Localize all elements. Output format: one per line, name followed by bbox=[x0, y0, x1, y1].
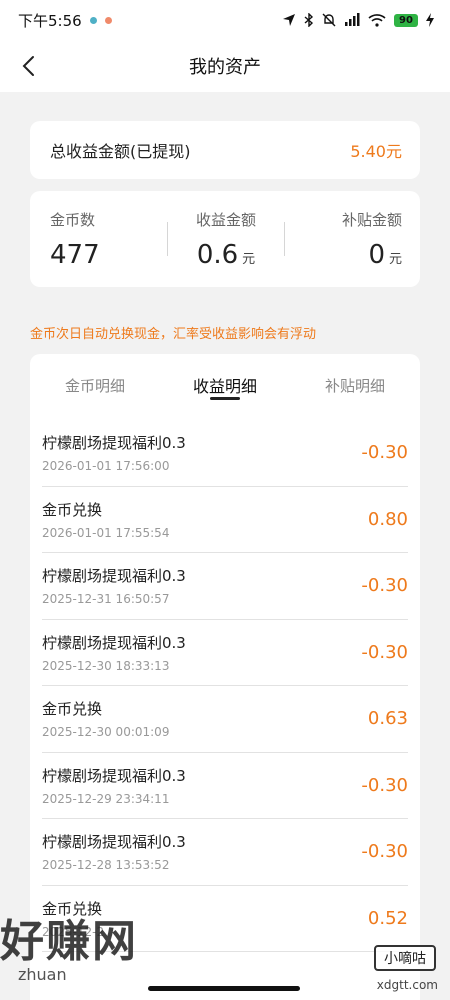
stat-value: 0 bbox=[368, 239, 385, 270]
record-amount: -0.30 bbox=[361, 841, 408, 863]
chevron-left-icon bbox=[22, 56, 34, 76]
record-title: 金币兑换 bbox=[42, 500, 103, 519]
total-earnings-card: 总收益金额(已提现) 5.40元 bbox=[30, 121, 420, 179]
home-indicator[interactable] bbox=[148, 986, 300, 991]
back-button[interactable] bbox=[14, 52, 42, 80]
watermark-logo: 好赚网 bbox=[0, 916, 138, 967]
page-title: 我的资产 bbox=[189, 57, 261, 78]
tab-coin-details[interactable]: 金币明细 bbox=[30, 354, 160, 416]
record-time: 2025-12-30 00:01:09 bbox=[42, 725, 170, 740]
record-title: 柠檬剧场提现福利0.3 bbox=[42, 833, 186, 852]
record-amount: -0.30 bbox=[361, 575, 408, 597]
record-amount: -0.30 bbox=[361, 442, 408, 464]
total-earnings-label: 总收益金额(已提现) bbox=[50, 142, 191, 161]
stat-earnings: 收益金额 0.6 元 bbox=[168, 191, 285, 287]
record-title: 柠檬剧场提现福利0.3 bbox=[42, 567, 186, 586]
stat-coins: 金币数 477 bbox=[30, 191, 167, 287]
bolt-icon bbox=[426, 13, 434, 27]
list-item: 金币兑换 2025-12-30 00:01:09 0.63 bbox=[42, 686, 408, 753]
list-item: 柠檬剧场提现福利0.3 2025-12-29 23:34:11 -0.30 bbox=[42, 753, 408, 819]
bell-off-icon bbox=[322, 13, 336, 27]
record-time: 2026-01-01 17:55:54 bbox=[42, 525, 170, 540]
stat-label: 收益金额 bbox=[196, 210, 257, 229]
record-time: 2025-12-30 18:33:13 bbox=[42, 658, 170, 673]
stats-card: 金币数 477 收益金额 0.6 元 补贴金额 0元 bbox=[30, 191, 420, 287]
watermark-badge: 小嘀咕 bbox=[374, 945, 436, 971]
battery-indicator: 90 bbox=[394, 13, 418, 27]
stat-label: 金币数 bbox=[50, 210, 96, 229]
record-title: 柠檬剧场提现福利0.3 bbox=[42, 633, 186, 652]
record-amount: -0.30 bbox=[361, 641, 408, 663]
wifi-icon bbox=[368, 14, 386, 27]
stat-value: 0.6 bbox=[196, 239, 239, 270]
tab-subsidy-details[interactable]: 补贴明细 bbox=[290, 354, 420, 416]
list-item: 柠檬剧场提现福利0.3 2025-12-31 16:50:57 -0.30 bbox=[42, 553, 408, 620]
record-title: 柠檬剧场提现福利0.3 bbox=[42, 766, 186, 785]
tab-label: 收益明细 bbox=[192, 377, 257, 396]
total-earnings-value: 5.40元 bbox=[350, 142, 402, 161]
tab-bar: 金币明细 收益明细 补贴明细 bbox=[30, 354, 420, 416]
record-amount: -0.30 bbox=[361, 774, 408, 796]
record-time: 2025-12-29 23:34:11 bbox=[42, 791, 170, 806]
list-item: 金币兑换 2026-01-01 17:55:54 0.80 bbox=[42, 487, 408, 553]
tab-label: 补贴明细 bbox=[324, 376, 385, 395]
list-item: 柠檬剧场提现福利0.3 2025-12-28 13:53:52 -0.30 bbox=[42, 819, 408, 886]
app-notification-icon bbox=[104, 16, 112, 24]
bluetooth-icon bbox=[304, 13, 314, 27]
record-title: 柠檬剧场提现福利0.3 bbox=[42, 434, 186, 453]
stat-unit: 元 bbox=[242, 251, 256, 267]
watermark-badge-url: xdgtt.com bbox=[376, 978, 438, 992]
record-amount: 0.80 bbox=[367, 508, 408, 530]
stat-label: 补贴金额 bbox=[342, 210, 403, 229]
notification-dot-icon bbox=[89, 16, 97, 24]
stat-value: 477 bbox=[50, 239, 100, 270]
record-title: 金币兑换 bbox=[42, 700, 103, 719]
status-left: 下午5:56 bbox=[18, 10, 112, 31]
stat-unit: 元 bbox=[389, 251, 403, 267]
record-amount: 0.52 bbox=[367, 907, 408, 929]
stat-subsidy: 补贴金额 0元 bbox=[285, 191, 420, 287]
tab-earnings-details[interactable]: 收益明细 bbox=[160, 354, 290, 416]
signal-icon bbox=[345, 13, 360, 26]
location-icon bbox=[283, 14, 295, 26]
watermark-subtext: zhuan bbox=[18, 965, 67, 984]
list-item: 柠檬剧场提现福利0.3 2025-12-30 18:33:13 -0.30 bbox=[42, 620, 408, 686]
active-tab-indicator bbox=[210, 397, 240, 400]
status-right: 90 bbox=[282, 13, 434, 27]
records-list: 柠檬剧场提现福利0.3 2026-01-01 17:56:00 -0.30 金币兑… bbox=[42, 420, 408, 952]
record-amount: 0.63 bbox=[367, 708, 408, 730]
nav-bar: 我的资产 bbox=[0, 40, 450, 92]
record-time: 2026-01-01 17:56:00 bbox=[42, 459, 170, 474]
records-card: 金币明细 收益明细 补贴明细 柠檬剧场提现福利0.3 2026-01-01 17:… bbox=[30, 354, 420, 1000]
list-item: 柠檬剧场提现福利0.3 2026-01-01 17:56:00 -0.30 bbox=[42, 420, 408, 487]
exchange-notice: 金币次日自动兑换现金，汇率受收益影响会有浮动 bbox=[30, 327, 317, 342]
status-bar: 下午5:56 90 bbox=[0, 0, 450, 40]
record-time: 2025-12-28 13:53:52 bbox=[42, 858, 170, 873]
status-time: 下午5:56 bbox=[18, 11, 82, 30]
tab-label: 金币明细 bbox=[64, 376, 125, 395]
record-time: 2025-12-31 16:50:57 bbox=[42, 592, 170, 607]
